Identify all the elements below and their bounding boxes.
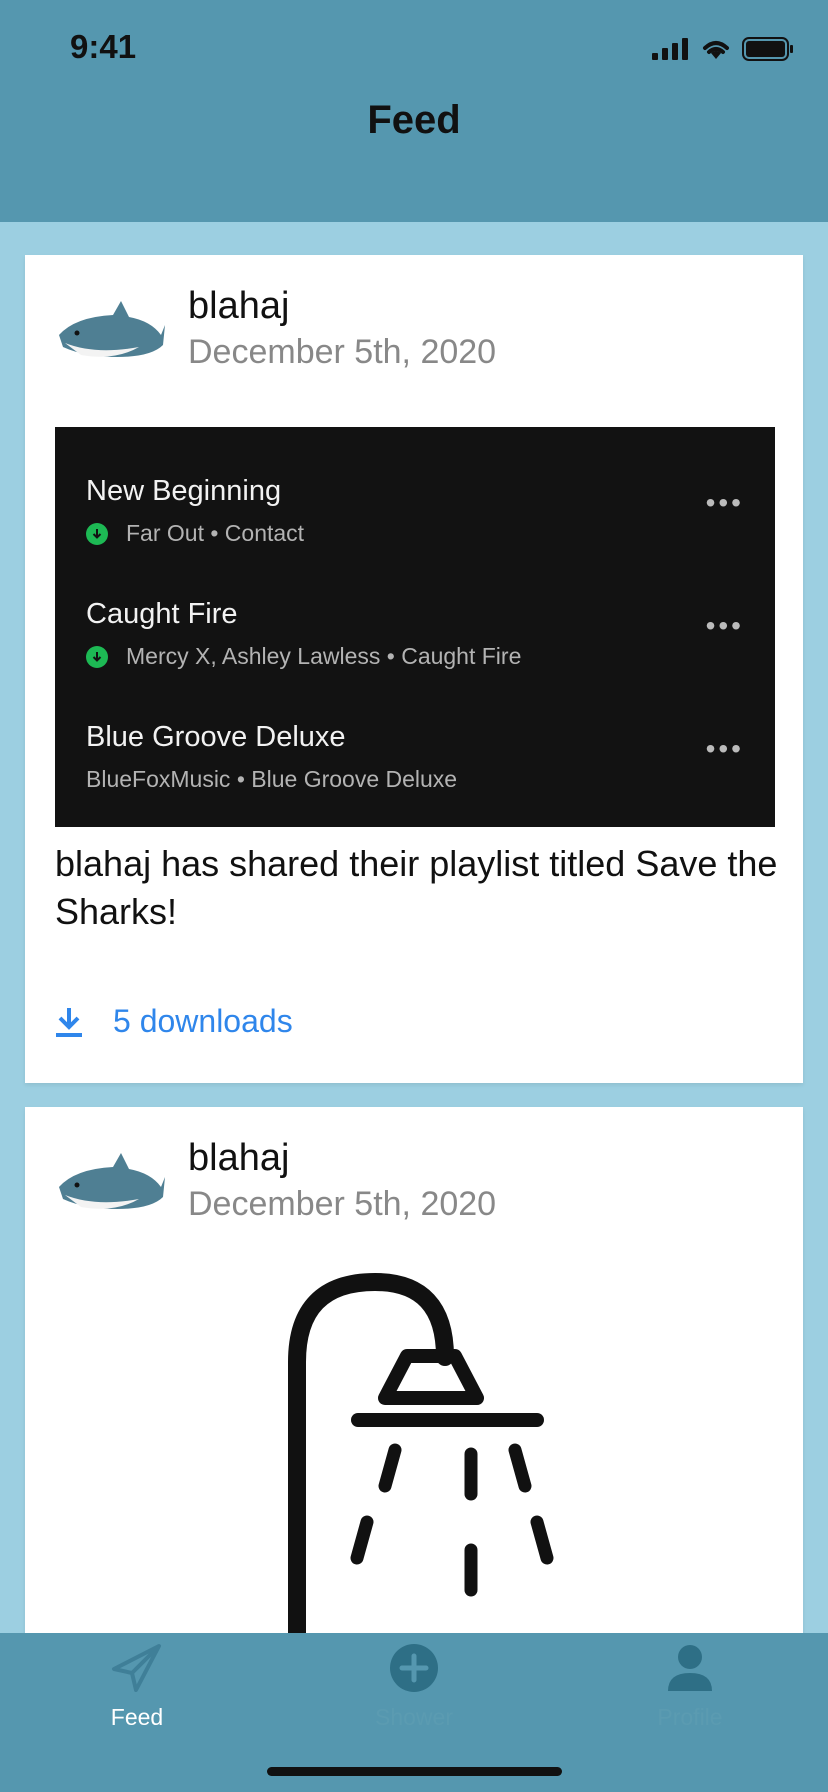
- track-row[interactable]: New Beginning Far Out • Contact: [86, 475, 746, 547]
- track-row[interactable]: Blue Groove Deluxe BlueFoxMusic • Blue G…: [86, 721, 746, 793]
- wifi-icon: [703, 41, 729, 59]
- track-meta: BlueFoxMusic • Blue Groove Deluxe: [86, 766, 458, 792]
- header: 9:41 Feed: [0, 0, 828, 222]
- paper-plane-icon: [112, 1644, 161, 1692]
- avatar[interactable]: [55, 1147, 167, 1219]
- more-options-icon[interactable]: •••: [706, 733, 744, 765]
- page-title: Feed: [367, 98, 461, 142]
- username[interactable]: blahaj: [188, 1137, 289, 1180]
- username[interactable]: blahaj: [188, 285, 289, 328]
- more-options-icon[interactable]: •••: [706, 610, 744, 642]
- tab-feed[interactable]: Feed: [47, 1643, 227, 1731]
- status-icons: [652, 36, 794, 62]
- post-card[interactable]: blahaj December 5th, 2020 New Beginning …: [25, 255, 803, 1083]
- download-icon: [56, 1007, 82, 1037]
- track-meta: Far Out • Contact: [126, 520, 305, 546]
- playlist-preview[interactable]: New Beginning Far Out • Contact ••• Caug…: [55, 427, 775, 827]
- plus-circle-icon: [390, 1644, 438, 1692]
- person-icon: [668, 1645, 712, 1691]
- track-meta: Mercy X, Ashley Lawless • Caught Fire: [126, 643, 522, 669]
- post-date: December 5th, 2020: [188, 333, 497, 371]
- cellular-signal-icon: [652, 38, 688, 60]
- downloads-count[interactable]: 5 downloads: [113, 1003, 293, 1040]
- tab-shower[interactable]: Shower: [324, 1643, 504, 1731]
- tab-label: Feed: [110, 1704, 164, 1730]
- tab-label: Profile: [657, 1704, 723, 1730]
- post-card[interactable]: blahaj December 5th, 2020: [25, 1107, 803, 1667]
- downloaded-icon: [86, 645, 108, 668]
- home-indicator: [267, 1767, 562, 1776]
- downloaded-icon: [86, 522, 108, 545]
- post-text: blahaj has shared their playlist titled …: [55, 843, 778, 932]
- battery-icon: [742, 37, 793, 61]
- tab-label: Shower: [375, 1704, 453, 1730]
- status-time: 9:41: [70, 28, 137, 65]
- downloads-button[interactable]: 5 downloads: [55, 1003, 293, 1040]
- track-row[interactable]: Caught Fire Mercy X, Ashley Lawless • Ca…: [86, 598, 746, 670]
- avatar[interactable]: [55, 295, 167, 367]
- shower-icon: [288, 1272, 554, 1667]
- more-options-icon[interactable]: •••: [706, 487, 744, 519]
- track-title: Caught Fire: [86, 598, 238, 630]
- track-title: New Beginning: [86, 475, 282, 507]
- tab-profile[interactable]: Profile: [600, 1643, 780, 1731]
- post-date: December 5th, 2020: [188, 1185, 497, 1223]
- track-title: Blue Groove Deluxe: [86, 721, 346, 753]
